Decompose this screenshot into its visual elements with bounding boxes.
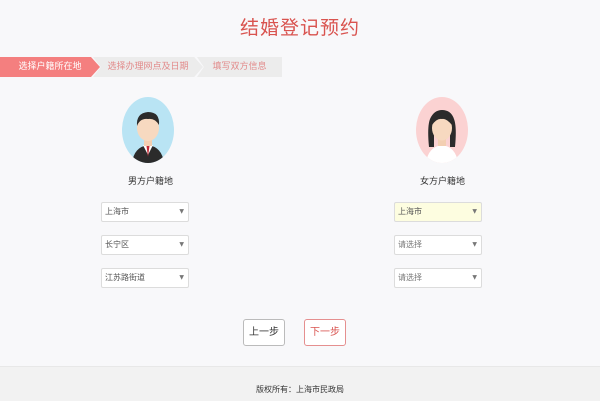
male-street-select[interactable]: 江苏路街道 ▼ bbox=[101, 268, 189, 288]
male-street-value: 江苏路街道 bbox=[105, 273, 145, 282]
female-street-value: 请选择 bbox=[398, 273, 422, 282]
female-household-label: 女方户籍地 bbox=[420, 177, 466, 187]
male-avatar-icon bbox=[122, 97, 174, 163]
male-city-select[interactable]: 上海市 ▼ bbox=[101, 202, 189, 222]
chevron-down-icon: ▼ bbox=[472, 208, 477, 215]
male-city-value: 上海市 bbox=[105, 207, 129, 216]
prev-step-button[interactable]: 上一步 bbox=[243, 319, 285, 346]
next-step-button[interactable]: 下一步 bbox=[304, 319, 346, 346]
chevron-down-icon: ▼ bbox=[472, 274, 477, 281]
female-district-value: 请选择 bbox=[398, 240, 422, 249]
footer: 版权所有：上海市民政局 bbox=[0, 366, 600, 401]
chevron-down-icon: ▼ bbox=[179, 274, 184, 281]
male-district-select[interactable]: 长宁区 ▼ bbox=[101, 235, 189, 255]
step-select-household[interactable]: 选择户籍所在地 bbox=[0, 57, 100, 77]
step-select-office-date[interactable]: 选择办理网点及日期 bbox=[93, 57, 203, 77]
copyright-text: 版权所有：上海市民政局 bbox=[256, 385, 344, 394]
chevron-down-icon: ▼ bbox=[179, 241, 184, 248]
female-city-select[interactable]: 上海市 ▼ bbox=[394, 202, 482, 222]
female-district-select[interactable]: 请选择 ▼ bbox=[394, 235, 482, 255]
page-title: 结婚登记预约 bbox=[239, 17, 360, 39]
female-city-value: 上海市 bbox=[398, 207, 422, 216]
chevron-down-icon: ▼ bbox=[472, 241, 477, 248]
female-street-select[interactable]: 请选择 ▼ bbox=[394, 268, 482, 288]
step-fill-info[interactable]: 填写双方信息 bbox=[197, 57, 282, 77]
female-avatar-icon bbox=[416, 97, 468, 163]
male-household-label: 男方户籍地 bbox=[128, 177, 174, 187]
chevron-down-icon: ▼ bbox=[179, 208, 184, 215]
male-district-value: 长宁区 bbox=[105, 240, 129, 249]
